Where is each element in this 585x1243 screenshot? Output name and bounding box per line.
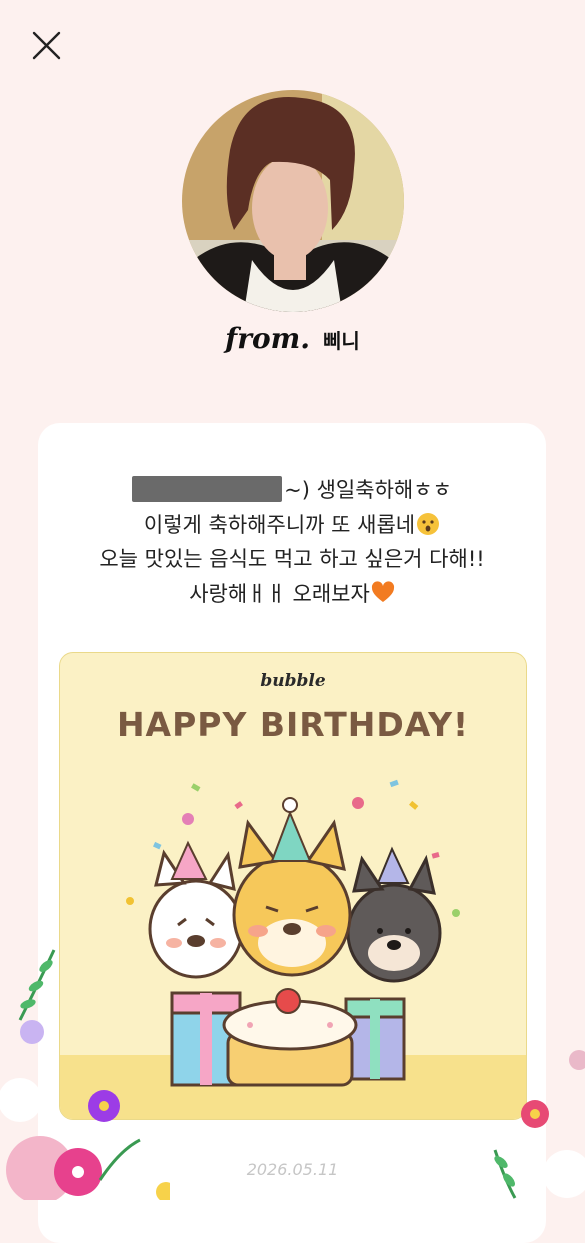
hushed-face-emoji: [417, 512, 440, 535]
message-line-2-text: 이렇게 축하해주니까 또 새롭네: [143, 512, 416, 537]
message-line-3: 오늘 맛있는 음식도 먹고 하고 싶은거 다해!!: [38, 542, 546, 577]
date-stamp: 2026.05.11: [246, 1160, 339, 1179]
message-line-4-text: 사랑해ㅐㅐ 오래보자: [189, 581, 370, 606]
avatar: [182, 90, 404, 312]
message-line-4: 사랑해ㅐㅐ 오래보자: [38, 577, 546, 612]
close-icon: [32, 31, 61, 60]
profile-photo: [182, 90, 404, 312]
message-line-1-text: ~) 생일축하해ㅎㅎ: [284, 478, 452, 502]
redacted-name: [132, 476, 283, 502]
close-button[interactable]: [28, 28, 66, 66]
birthday-title: HAPPY BIRTHDAY!: [116, 705, 470, 744]
letter-message: ~) 생일축하해ㅎㅎ 이렇게 축하해주니까 또 새롭네 오늘 맛있는 음식도 먹…: [38, 473, 546, 611]
message-line-2: 이렇게 축하해주니까 또 새롭네: [38, 508, 546, 543]
message-line-1: ~) 생일축하해ㅎㅎ: [38, 473, 546, 508]
sender-name: 삐니: [323, 329, 360, 353]
orange-heart-emoji: [371, 580, 394, 602]
brand-logo: bubble: [260, 671, 326, 691]
from-label: from.: [225, 322, 311, 355]
sender-line: from. 삐니: [0, 322, 585, 355]
message-line-3-text: 오늘 맛있는 음식도 먹고 하고 싶은거 다해!!: [99, 547, 485, 571]
